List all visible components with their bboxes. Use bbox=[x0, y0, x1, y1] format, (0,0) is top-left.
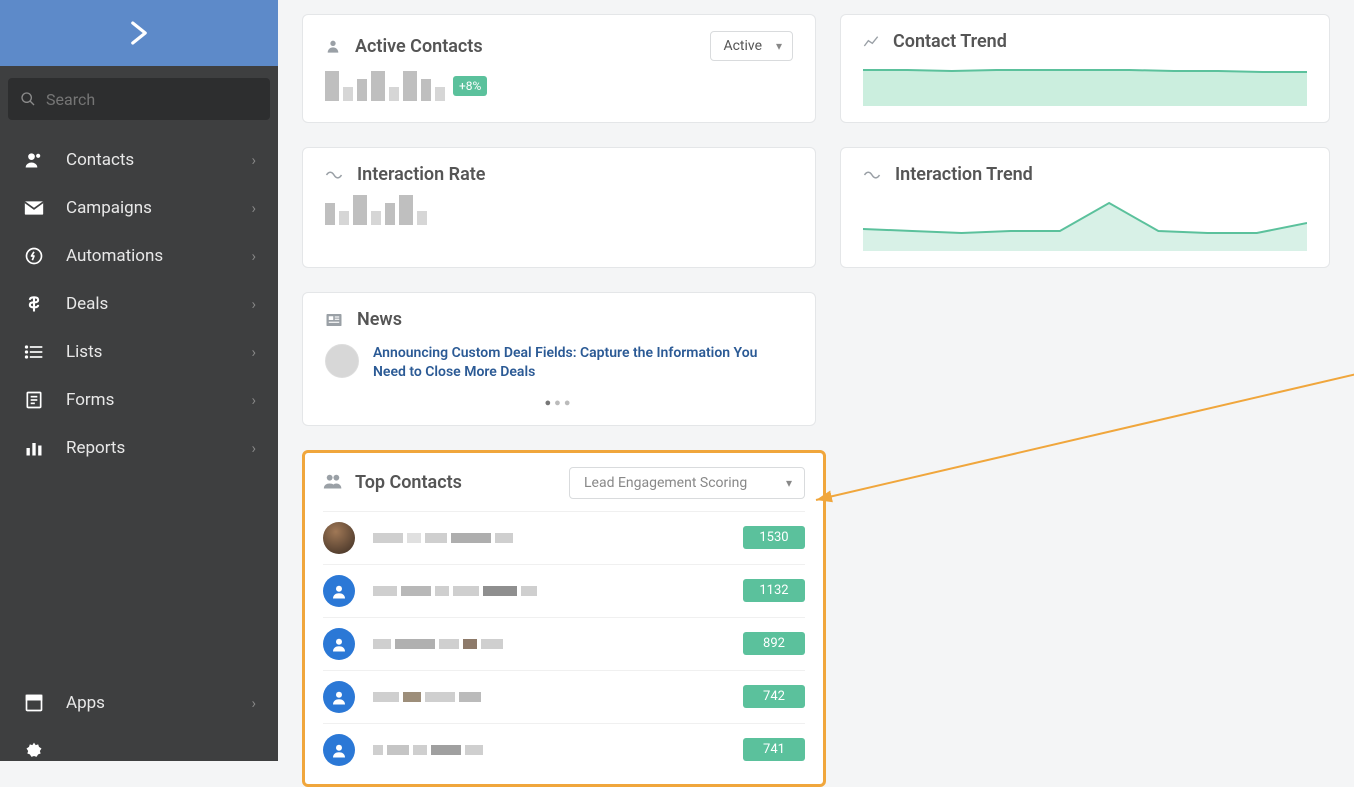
sidebar-item-label: Automations bbox=[66, 246, 163, 266]
card-title: Active Contacts bbox=[355, 36, 483, 57]
rate-icon bbox=[325, 168, 343, 182]
contact-trend-card: Contact Trend bbox=[840, 14, 1330, 123]
avatar bbox=[323, 575, 355, 607]
chevron-right-icon: › bbox=[251, 199, 256, 217]
campaigns-icon bbox=[22, 200, 46, 216]
table-row[interactable]: 1530 bbox=[323, 511, 805, 564]
sidebar-item-settings[interactable] bbox=[0, 727, 278, 761]
avatar bbox=[323, 681, 355, 713]
interaction-rate-card: Interaction Rate bbox=[302, 147, 816, 268]
news-icon bbox=[325, 312, 343, 328]
news-card: News Announcing Custom Deal Fields: Capt… bbox=[302, 292, 816, 426]
score-badge: 741 bbox=[743, 738, 805, 761]
table-row[interactable]: 892 bbox=[323, 617, 805, 670]
redacted-name bbox=[373, 533, 513, 543]
table-row[interactable]: 742 bbox=[323, 670, 805, 723]
sidebar-item-automations[interactable]: Automations › bbox=[0, 232, 278, 280]
carousel-dots[interactable]: ●●● bbox=[325, 390, 793, 409]
sidebar-item-label: Forms bbox=[66, 390, 114, 410]
rate-icon bbox=[863, 168, 881, 182]
sidebar-item-label: Apps bbox=[66, 693, 105, 713]
contact-trend-chart bbox=[863, 60, 1307, 106]
delta-badge: +8% bbox=[453, 76, 487, 96]
interaction-trend-card: Interaction Trend bbox=[840, 147, 1330, 268]
active-contacts-filter-dropdown[interactable]: Active bbox=[710, 31, 793, 61]
sidebar-item-deals[interactable]: Deals › bbox=[0, 280, 278, 328]
chevron-right-icon: › bbox=[251, 391, 256, 409]
search-box[interactable] bbox=[8, 78, 270, 120]
news-headline-link[interactable]: Announcing Custom Deal Fields: Capture t… bbox=[373, 344, 793, 382]
table-row[interactable]: 1132 bbox=[323, 564, 805, 617]
reports-icon bbox=[22, 438, 46, 458]
automations-icon bbox=[22, 246, 46, 266]
sidebar-item-lists[interactable]: Lists › bbox=[0, 328, 278, 376]
score-badge: 742 bbox=[743, 685, 805, 708]
sidebar-item-apps[interactable]: Apps › bbox=[0, 679, 278, 727]
chevron-right-icon: › bbox=[251, 343, 256, 361]
card-title: Contact Trend bbox=[893, 31, 1007, 52]
card-title: Top Contacts bbox=[355, 472, 462, 493]
sidebar-item-label: Contacts bbox=[66, 150, 134, 170]
gear-icon bbox=[22, 741, 46, 761]
apps-icon bbox=[22, 693, 46, 713]
chevron-right-icon: › bbox=[251, 694, 256, 712]
chevron-right-icon: › bbox=[251, 295, 256, 313]
top-contacts-card: Top Contacts Lead Engagement Scoring 153… bbox=[302, 450, 826, 787]
redacted-metric bbox=[325, 195, 793, 225]
sidebar-item-label: Campaigns bbox=[66, 198, 152, 218]
chevron-right-icon: › bbox=[251, 247, 256, 265]
sidebar-item-label: Lists bbox=[66, 342, 102, 362]
search-input[interactable] bbox=[46, 90, 258, 109]
person-icon bbox=[325, 38, 341, 54]
top-contacts-filter-dropdown[interactable]: Lead Engagement Scoring bbox=[569, 467, 805, 499]
redacted-name bbox=[373, 639, 503, 649]
sidebar-item-reports[interactable]: Reports › bbox=[0, 424, 278, 472]
trend-icon bbox=[863, 34, 879, 50]
active-contacts-card: Active Contacts Active +8% bbox=[302, 14, 816, 123]
card-title: News bbox=[357, 309, 402, 330]
score-badge: 1530 bbox=[743, 526, 805, 549]
dashboard-main: Active Contacts Active +8% Contact Trend bbox=[278, 0, 1354, 761]
chevron-right-icon: › bbox=[251, 151, 256, 169]
deals-icon bbox=[22, 294, 46, 314]
forms-icon bbox=[22, 390, 46, 410]
people-icon bbox=[323, 472, 343, 494]
card-title: Interaction Rate bbox=[357, 164, 485, 185]
sidebar-item-contacts[interactable]: Contacts › bbox=[0, 136, 278, 184]
search-icon bbox=[20, 90, 36, 108]
lists-icon bbox=[22, 342, 46, 362]
sidebar-item-label: Deals bbox=[66, 294, 108, 314]
sidebar-item-forms[interactable]: Forms › bbox=[0, 376, 278, 424]
score-badge: 892 bbox=[743, 632, 805, 655]
sidebar-item-campaigns[interactable]: Campaigns › bbox=[0, 184, 278, 232]
score-badge: 1132 bbox=[743, 579, 805, 602]
news-avatar bbox=[325, 344, 359, 378]
chevron-right-icon: › bbox=[251, 439, 256, 457]
contacts-icon bbox=[22, 150, 46, 170]
redacted-metric bbox=[325, 71, 445, 101]
interaction-trend-chart bbox=[863, 193, 1307, 251]
sidebar-item-label: Reports bbox=[66, 438, 125, 458]
sidebar: Contacts › Campaigns › Automations › Dea… bbox=[0, 0, 278, 761]
redacted-name bbox=[373, 586, 537, 596]
table-row[interactable]: 741 bbox=[323, 723, 805, 776]
redacted-name bbox=[373, 745, 483, 755]
avatar bbox=[323, 522, 355, 554]
app-logo[interactable] bbox=[0, 0, 278, 66]
card-title: Interaction Trend bbox=[895, 164, 1033, 185]
avatar bbox=[323, 628, 355, 660]
redacted-name bbox=[373, 692, 481, 702]
